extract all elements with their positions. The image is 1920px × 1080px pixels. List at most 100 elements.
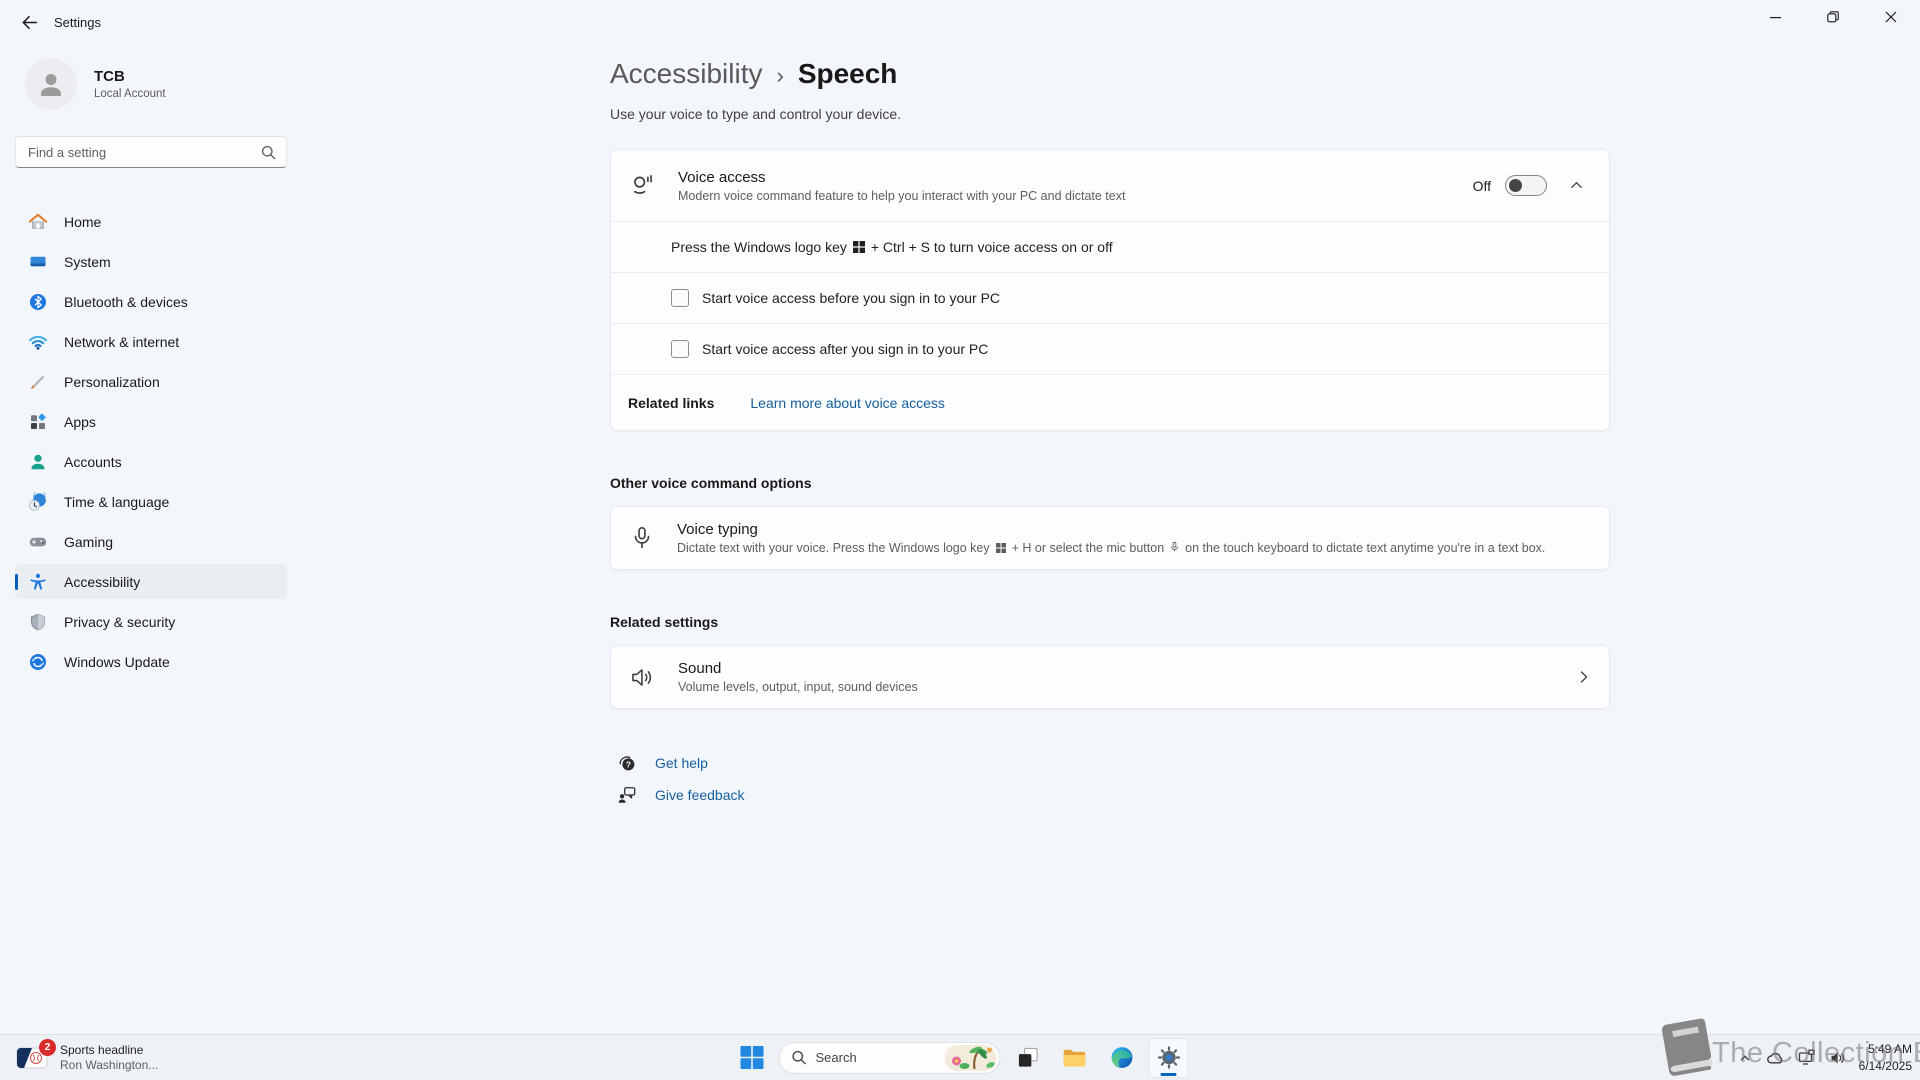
sidebar-item-apps[interactable]: Apps <box>15 404 287 439</box>
chevron-up-icon <box>1570 179 1583 192</box>
start-after-signin-checkbox[interactable] <box>671 340 689 358</box>
start-after-signin-row: Start voice access after you sign in to … <box>611 323 1609 374</box>
title-bar: Settings <box>0 0 1920 42</box>
main-content: Accessibility › Speech Use your voice to… <box>610 58 1610 805</box>
onedrive-cloud-icon[interactable] <box>1766 1048 1786 1068</box>
give-feedback-label[interactable]: Give feedback <box>655 787 745 803</box>
windows-update-icon <box>28 652 48 672</box>
voice-access-icon <box>629 172 656 199</box>
sidebar-item-accounts[interactable]: Accounts <box>15 444 287 479</box>
maximize-button[interactable] <box>1804 0 1862 34</box>
user-name: TCB <box>94 68 166 87</box>
sidebar-item-windows-update[interactable]: Windows Update <box>15 644 287 679</box>
voice-typing-description: Dictate text with your voice. Press the … <box>677 541 1545 555</box>
sidebar-item-label: Accounts <box>64 454 122 470</box>
user-account-type: Local Account <box>94 88 166 100</box>
voice-access-header: Voice access Modern voice command featur… <box>611 150 1609 221</box>
task-view-button[interactable] <box>1008 1038 1048 1078</box>
voice-access-description: Modern voice command feature to help you… <box>678 189 1125 203</box>
sidebar-item-label: Accessibility <box>64 574 140 590</box>
bluetooth-icon <box>28 292 48 312</box>
back-button[interactable] <box>12 8 46 36</box>
start-button[interactable] <box>732 1038 772 1078</box>
start-before-signin-checkbox[interactable] <box>671 289 689 307</box>
edge-icon <box>1109 1045 1134 1070</box>
related-settings-header: Related settings <box>610 614 1610 630</box>
sidebar-item-gaming[interactable]: Gaming <box>15 524 287 559</box>
task-view-icon <box>1016 1046 1039 1069</box>
system-icon <box>28 252 48 272</box>
privacy-shield-icon <box>28 612 48 632</box>
tray-chevron-up-icon[interactable] <box>1735 1048 1755 1068</box>
voice-access-toggle[interactable] <box>1505 175 1547 196</box>
close-button[interactable] <box>1862 0 1920 34</box>
tray-time: 5:49 AM <box>1859 1041 1912 1057</box>
voice-access-collapse-button[interactable] <box>1561 171 1591 201</box>
accounts-icon <box>28 452 48 472</box>
chevron-right-icon <box>1577 670 1591 684</box>
settings-search-box[interactable] <box>15 136 287 168</box>
volume-icon[interactable] <box>1828 1048 1848 1068</box>
get-help-icon: ? <box>617 753 637 773</box>
give-feedback-icon <box>617 785 637 805</box>
sidebar-item-label: Apps <box>64 414 96 430</box>
clock[interactable]: 5:49 AM 6/14/2025 <box>1859 1041 1912 1073</box>
taskbar: 2 Sports headline Ron Washington... Sear… <box>0 1034 1920 1080</box>
speaker-icon <box>629 664 656 691</box>
sidebar-item-privacy-security[interactable]: Privacy & security <box>15 604 287 639</box>
page-subtitle: Use your voice to type and control your … <box>610 106 1610 122</box>
related-links-row: Related links Learn more about voice acc… <box>611 374 1609 430</box>
file-explorer-button[interactable] <box>1055 1038 1095 1078</box>
voice-access-title: Voice access <box>678 169 1125 186</box>
voice-typing-title: Voice typing <box>677 521 1545 538</box>
search-highlight-image[interactable] <box>945 1045 997 1071</box>
network-icon <box>28 332 48 352</box>
breadcrumb-accessibility[interactable]: Accessibility <box>610 58 762 90</box>
get-help-label[interactable]: Get help <box>655 755 708 771</box>
sidebar-item-label: System <box>64 254 111 270</box>
minimize-button[interactable] <box>1746 0 1804 34</box>
taskbar-search-placeholder: Search <box>816 1050 936 1065</box>
settings-search-input[interactable] <box>28 145 261 160</box>
sidebar-item-label: Windows Update <box>64 654 170 670</box>
get-help-link[interactable]: ? Get help <box>617 753 1610 773</box>
sound-description: Volume levels, output, input, sound devi… <box>678 680 918 694</box>
settings-app-button[interactable] <box>1149 1038 1189 1078</box>
user-account[interactable]: TCB Local Account <box>25 58 277 110</box>
edge-browser-button[interactable] <box>1102 1038 1142 1078</box>
sidebar-item-accessibility[interactable]: Accessibility <box>15 564 287 599</box>
back-arrow-icon <box>21 14 38 31</box>
widgets-button[interactable]: 2 Sports headline Ron Washington... <box>10 1035 164 1080</box>
checkbox-label: Start voice access after you sign in to … <box>702 341 988 357</box>
footer-links: ? Get help Give feedback <box>610 753 1610 805</box>
avatar <box>25 58 77 110</box>
sidebar-item-label: Privacy & security <box>64 614 175 630</box>
settings-gear-icon <box>1156 1045 1181 1070</box>
sidebar-item-personalization[interactable]: Personalization <box>15 364 287 399</box>
shortcut-text-part1: Press the Windows logo key <box>671 239 847 255</box>
taskbar-search[interactable]: Search <box>779 1042 1001 1074</box>
home-icon <box>28 212 48 232</box>
sound-settings-card[interactable]: Sound Volume levels, output, input, soun… <box>610 645 1610 709</box>
give-feedback-link[interactable]: Give feedback <box>617 785 1610 805</box>
notification-badge: 2 <box>39 1039 56 1056</box>
sidebar-item-network-internet[interactable]: Network & internet <box>15 324 287 359</box>
window-controls <box>1746 0 1920 34</box>
display-keyboard-icon[interactable] <box>1797 1048 1817 1068</box>
search-icon <box>792 1050 807 1065</box>
sidebar-item-home[interactable]: Home <box>15 204 287 239</box>
windows-key-icon <box>853 241 865 253</box>
other-options-header: Other voice command options <box>610 475 1610 491</box>
sidebar-item-bluetooth-devices[interactable]: Bluetooth & devices <box>15 284 287 319</box>
sidebar-item-label: Gaming <box>64 534 113 550</box>
voice-typing-desc-part3: on the touch keyboard to dictate text an… <box>1185 541 1545 555</box>
shortcut-text-part2: + Ctrl + S to turn voice access on or of… <box>871 239 1113 255</box>
widget-subtext: Ron Washington... <box>60 1058 158 1072</box>
learn-more-voice-access-link[interactable]: Learn more about voice access <box>750 395 945 411</box>
sidebar-item-system[interactable]: System <box>15 244 287 279</box>
sidebar-item-time-language[interactable]: Time & language <box>15 484 287 519</box>
sidebar-nav: Home System Bluetooth & devices Network … <box>15 204 287 679</box>
voice-typing-card[interactable]: Voice typing Dictate text with your voic… <box>610 506 1610 570</box>
settings-sidebar: TCB Local Account Home System Bluetooth … <box>0 42 302 1034</box>
sidebar-item-label: Bluetooth & devices <box>64 294 188 310</box>
